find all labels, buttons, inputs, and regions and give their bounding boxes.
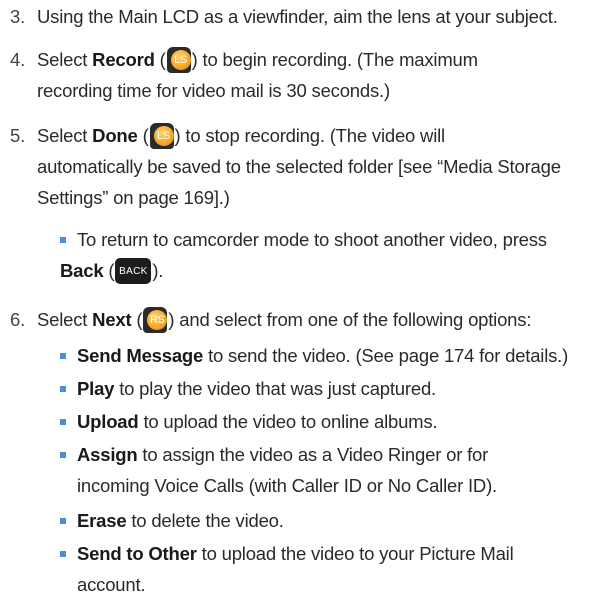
- done-label: Done: [92, 125, 138, 146]
- step-5-subitem: To return to camcorder mode to shoot ano…: [60, 224, 547, 286]
- sub-text: ).: [152, 260, 164, 281]
- bullet-icon: [60, 551, 66, 557]
- bullet-icon: [60, 452, 66, 458]
- back-label: Back: [60, 260, 104, 281]
- left-softkey-icon: LS: [166, 47, 191, 73]
- step-4: 4. Select Record (LS) to begin recording…: [10, 44, 478, 106]
- option-text: to delete the video.: [126, 510, 284, 531]
- next-label: Next: [92, 309, 132, 330]
- softkey-label: RS: [147, 310, 168, 330]
- select-word: Select: [37, 125, 88, 146]
- option-text: to upload the video to online albums.: [138, 411, 438, 432]
- step-line-3: Settings” on page 169].): [37, 187, 230, 208]
- step-number: 3.: [10, 6, 26, 27]
- option-play: Play to play the video that was just cap…: [60, 373, 436, 404]
- step-text: ) to begin recording. (The maximum: [191, 49, 478, 70]
- bullet-icon: [60, 237, 66, 243]
- select-word: Select: [37, 49, 88, 70]
- manual-page: 3. Using the Main LCD as a viewfinder, a…: [0, 0, 594, 596]
- step-number: 6.: [10, 309, 26, 330]
- step-text: Using the Main LCD as a viewfinder, aim …: [37, 6, 558, 27]
- step-line-1: Select Next (RS) and select from one of …: [37, 304, 531, 335]
- option-text: to play the video that was just captured…: [114, 378, 436, 399]
- step-6: 6. Select Next (RS) and select from one …: [10, 304, 531, 335]
- option-label: Assign: [77, 444, 138, 465]
- left-softkey-icon: LS: [149, 123, 174, 149]
- softkey-label: LS: [153, 126, 174, 146]
- step-line-2: automatically be saved to the selected f…: [37, 156, 561, 177]
- record-label: Record: [92, 49, 155, 70]
- step-3: 3. Using the Main LCD as a viewfinder, a…: [10, 1, 558, 32]
- option-text: to upload the video to your Picture Mail: [196, 543, 514, 564]
- option-text: to send the video. (See page 174 for det…: [203, 345, 569, 366]
- step-line-2: recording time for video mail is 30 seco…: [37, 80, 390, 101]
- option-text-line-2: incoming Voice Calls (with Caller ID or …: [77, 475, 497, 496]
- bullet-icon: [60, 386, 66, 392]
- step-number: 4.: [10, 49, 26, 70]
- option-text: to assign the video as a Video Ringer or…: [137, 444, 489, 465]
- option-label: Play: [77, 378, 115, 399]
- option-label: Send Message: [77, 345, 204, 366]
- step-5: 5. Select Done (LS) to stop recording. (…: [10, 120, 561, 213]
- option-label: Send to Other: [77, 543, 197, 564]
- sub-line-2: Back (BACK).: [60, 255, 547, 286]
- step-line-1: Select Record (LS) to begin recording. (…: [37, 44, 478, 75]
- bullet-icon: [60, 518, 66, 524]
- step-line-1: Select Done (LS) to stop recording. (The…: [37, 120, 561, 151]
- back-key-icon: BACK: [115, 258, 152, 284]
- sub-line-1: To return to camcorder mode to shoot ano…: [77, 229, 547, 250]
- option-send-to-other: Send to Other to upload the video to you…: [60, 538, 514, 600]
- back-key-label: BACK: [119, 266, 148, 277]
- option-label: Erase: [77, 510, 127, 531]
- option-send-message: Send Message to send the video. (See pag…: [60, 340, 568, 371]
- select-word: Select: [37, 309, 88, 330]
- right-softkey-icon: RS: [143, 307, 168, 333]
- step-text: ) and select from one of the following o…: [168, 309, 532, 330]
- bullet-icon: [60, 353, 66, 359]
- step-number: 5.: [10, 125, 26, 146]
- option-assign: Assign to assign the video as a Video Ri…: [60, 439, 497, 501]
- option-label: Upload: [77, 411, 139, 432]
- softkey-label: LS: [170, 50, 191, 70]
- option-text-line-2: account.: [77, 574, 146, 595]
- option-upload: Upload to upload the video to online alb…: [60, 406, 438, 437]
- option-erase: Erase to delete the video.: [60, 505, 284, 536]
- step-text: ) to stop recording. (The video will: [174, 125, 446, 146]
- bullet-icon: [60, 419, 66, 425]
